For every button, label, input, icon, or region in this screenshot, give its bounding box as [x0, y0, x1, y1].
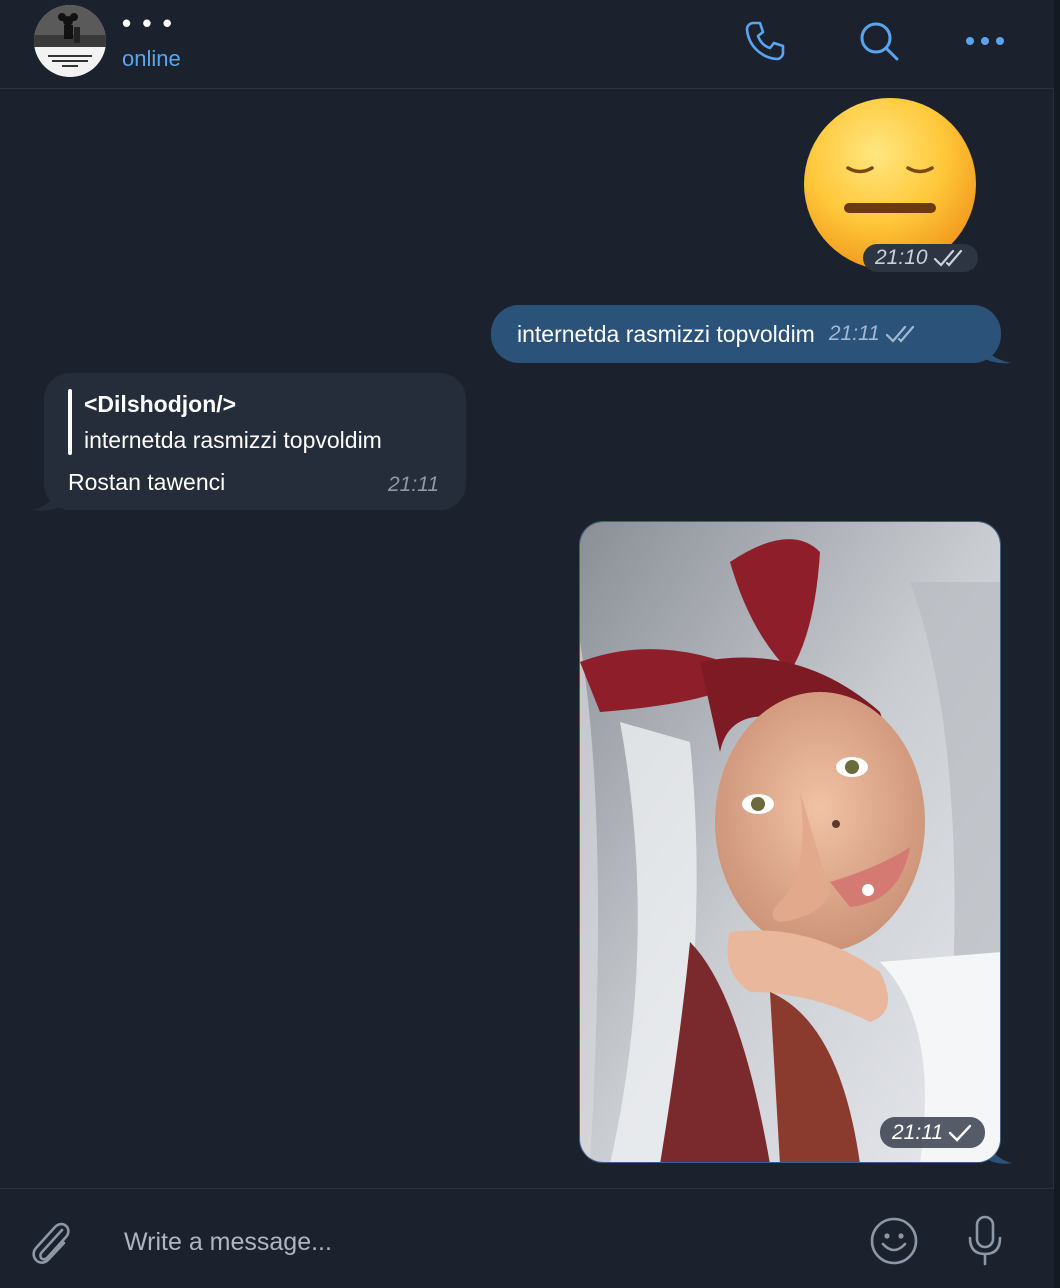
- chat-header: • • • online: [0, 0, 1054, 89]
- message-time: 21:10: [875, 246, 928, 269]
- attach-button[interactable]: [24, 1215, 76, 1267]
- outgoing-message[interactable]: internetda rasmizzi topvoldim 21:11: [491, 305, 1001, 363]
- reply-text[interactable]: internetda rasmizzi topvoldim: [84, 427, 382, 454]
- double-check-icon: [933, 249, 962, 267]
- avatar[interactable]: [34, 5, 106, 77]
- message-text: Rostan tawenci: [68, 469, 226, 495]
- photo-image: [580, 522, 1000, 1162]
- search-button[interactable]: [854, 16, 904, 66]
- emoji-button[interactable]: [866, 1213, 922, 1269]
- message-composer: [0, 1188, 1054, 1288]
- chat-window: • • • online 21:10 internetda rasmizzi t…: [0, 0, 1060, 1288]
- smiley-icon: [870, 1217, 918, 1265]
- more-button[interactable]: [960, 16, 1010, 66]
- chat-status: online: [122, 46, 181, 71]
- message-input[interactable]: [122, 1219, 826, 1265]
- window-edge: [1053, 0, 1060, 1288]
- message-text: internetda rasmizzi topvoldim: [517, 320, 815, 347]
- chat-title[interactable]: • • •: [122, 8, 174, 39]
- voice-message-button[interactable]: [960, 1211, 1010, 1271]
- reply-author[interactable]: <Dilshodjon/>: [84, 391, 236, 418]
- photo-message[interactable]: [579, 521, 1001, 1163]
- sticker-meta: 21:10: [863, 244, 978, 272]
- message-time: 21:11: [828, 322, 880, 345]
- more-icon: [966, 37, 1004, 45]
- paperclip-icon: [32, 1222, 70, 1264]
- microphone-icon: [968, 1215, 1002, 1266]
- message-time: 21:11: [892, 1120, 943, 1144]
- message-time: 21:11: [388, 473, 439, 496]
- phone-icon: [745, 21, 785, 61]
- incoming-message[interactable]: <Dilshodjon/> internetda rasmizzi topvol…: [44, 373, 466, 510]
- double-check-icon: [885, 325, 914, 343]
- call-button[interactable]: [740, 16, 790, 66]
- reply-quote-bar: [68, 389, 72, 455]
- single-check-icon: [948, 1124, 972, 1142]
- photo-meta: 21:11: [880, 1117, 985, 1148]
- search-icon: [860, 22, 899, 61]
